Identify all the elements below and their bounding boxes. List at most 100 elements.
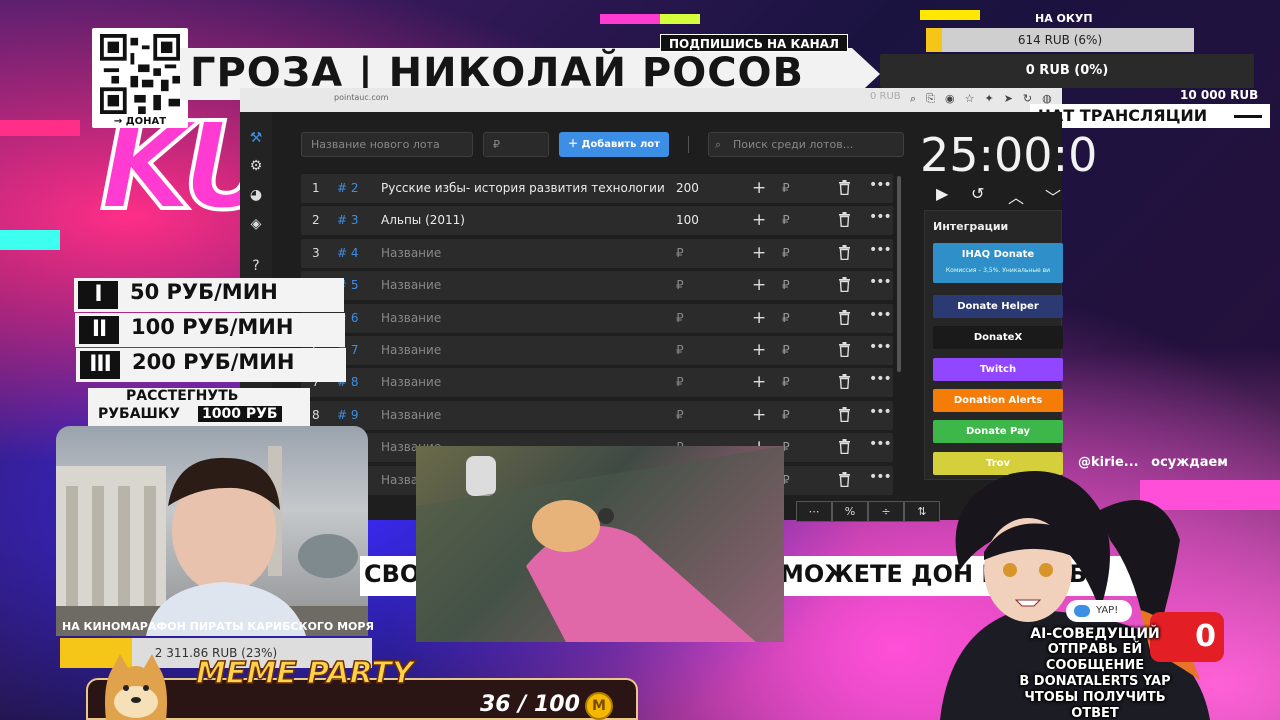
ruble-icon[interactable]: ₽ [782,246,790,260]
plus-icon[interactable]: + [752,275,766,295]
ruble-icon[interactable]: ₽ [782,181,790,195]
lot-name-input[interactable]: Название нового лота [301,132,473,157]
trash-icon[interactable] [838,471,851,487]
plus-icon[interactable]: + [752,372,766,392]
more-icon[interactable]: ••• [869,242,892,258]
extension-icon[interactable]: ✦ [984,92,993,106]
lot-row[interactable]: 3 # 4 Название ₽ + ₽ ••• [301,238,893,268]
more-icon[interactable]: ••• [869,177,892,193]
wheel-icon[interactable]: ◕ [248,187,264,203]
ruble-icon[interactable]: ₽ [782,375,790,389]
lot-search-input[interactable]: ⌕ Поиск среди лотов... [708,132,904,157]
lot-row[interactable]: 8 # 9 Название ₽ + ₽ ••• [301,400,893,430]
more-icon[interactable]: ••• [869,209,892,225]
help-icon[interactable]: ? [248,258,264,274]
trash-icon[interactable] [838,406,851,422]
lot-amount-field[interactable]: ₽ [676,343,684,357]
bulk-action-button[interactable]: % [832,501,868,522]
lot-amount-field[interactable]: ₽ [676,246,684,260]
ruble-icon[interactable]: ₽ [782,213,790,227]
reset-icon[interactable]: ↺ [971,184,984,203]
trash-icon[interactable] [838,341,851,357]
ruble-icon[interactable]: ₽ [782,278,790,292]
integration-button[interactable]: DonateX [933,326,1063,350]
plus-icon[interactable]: + [752,210,766,230]
trash-icon[interactable] [838,309,851,325]
plus-icon[interactable]: + [752,308,766,328]
ruble-icon[interactable]: ₽ [782,311,790,325]
zoom-icon[interactable]: ⌕ [910,92,916,106]
gavel-icon[interactable]: ⚒ [248,130,264,146]
trash-icon[interactable] [838,277,851,293]
ruble-icon[interactable]: ₽ [782,408,790,422]
lot-row[interactable]: 1 # 2 Русские избы- история развития техно… [301,174,893,203]
lot-name-field[interactable]: Название [381,311,441,325]
layers-icon[interactable]: ◈ [248,216,264,232]
integration-button[interactable]: Twitch [933,357,1063,381]
toolbar-divider [688,136,689,153]
lot-amount-field[interactable]: 100 [676,213,699,227]
lot-list-scrollbar[interactable] [897,176,901,372]
camera-icon[interactable]: ◉ [945,92,955,106]
second-goal-bar: 0 RUB (0%) [880,54,1254,88]
lot-index: 1 [312,181,320,195]
lot-name-field[interactable]: Название [381,246,441,260]
lot-row[interactable]: 5# 6Название₽+₽••• [301,303,893,333]
browser-url[interactable]: pointauc.com [334,93,388,102]
lot-name-field[interactable]: Название [381,408,441,422]
more-icon[interactable]: ••• [869,404,892,420]
lot-id: # 3 [337,213,359,228]
trash-icon[interactable] [838,374,851,390]
add-lot-button[interactable]: ＋ Добавить лот [559,132,669,157]
lot-amount-field[interactable]: ₽ [676,408,684,422]
bulk-action-button[interactable]: ⋯ [796,501,832,522]
plus-icon[interactable]: + [752,178,766,198]
lot-name-field[interactable]: Название [381,375,441,389]
integration-label: Twitch [979,363,1017,375]
integration-button[interactable]: Donation Alerts [933,388,1063,412]
ai-caption-line4: ЧТОБЫ ПОЛУЧИТЬ ОТВЕТ [1024,690,1166,720]
play-icon[interactable]: ▶ [936,184,948,203]
lot-id: # 9 [337,407,359,422]
plus-icon[interactable]: + [752,243,766,263]
chevron-up-icon[interactable]: ︿ [1008,184,1024,208]
lot-amount-field[interactable]: ₽ [676,278,684,292]
trash-icon[interactable] [838,212,851,228]
lot-amount-field[interactable]: ₽ [676,311,684,325]
plus-icon[interactable]: + [752,340,766,360]
shirt-challenge: РАССТЕГНУТЬ РУБАШКУ 1000 РУБ [88,388,310,428]
lot-row[interactable]: 7 # 8 Название ₽ + ₽ ••• [301,368,893,398]
lot-row[interactable]: 2 # 3 Альпы (2011) 100 + ₽ ••• [301,206,893,236]
lot-row[interactable]: 6# 7Название₽+₽••• [301,335,893,365]
shirt-line1: РАССТЕГНУТЬ [126,388,239,404]
bulk-action-button[interactable]: ÷ [868,501,904,522]
more-icon[interactable]: ••• [869,436,892,452]
more-icon[interactable]: ••• [869,339,892,355]
ruble-icon[interactable]: ₽ [782,343,790,357]
lot-name-field[interactable]: Альпы (2011) [381,213,465,227]
star-icon[interactable]: ☆ [965,92,975,106]
link-icon[interactable]: ⎘ [926,92,935,106]
lot-name-field[interactable]: Название [381,343,441,357]
integration-button[interactable]: Donate Pay [933,420,1063,444]
settings-icon[interactable]: ⚙ [248,158,264,174]
integration-button[interactable]: IHAQ Donate Комиссия – 3,5%. Уникальные в… [933,243,1063,283]
trash-icon[interactable] [838,244,851,260]
ticker-left-text: СВО [364,560,421,588]
lot-amount-field[interactable]: ₽ [676,375,684,389]
lot-price-input[interactable]: ₽ [483,132,549,157]
more-icon[interactable]: ••• [869,469,892,485]
lot-name-field[interactable]: Русские избы- история развития технологи… [381,181,665,195]
more-icon[interactable]: ••• [869,274,892,290]
forward-icon[interactable]: ➤ [1004,92,1013,106]
lot-amount-field[interactable]: 200 [676,181,699,195]
plus-icon[interactable]: + [752,405,766,425]
more-icon[interactable]: ••• [869,307,892,323]
trash-icon[interactable] [838,180,851,195]
chevron-down-icon[interactable]: ﹀ [1045,184,1061,208]
integration-button[interactable]: Donate Helper [933,295,1063,318]
lot-row[interactable]: 4# 5Название₽+₽••• [301,271,893,301]
more-icon[interactable]: ••• [869,371,892,387]
trash-icon[interactable] [838,439,851,455]
lot-name-field[interactable]: Название [381,278,441,292]
